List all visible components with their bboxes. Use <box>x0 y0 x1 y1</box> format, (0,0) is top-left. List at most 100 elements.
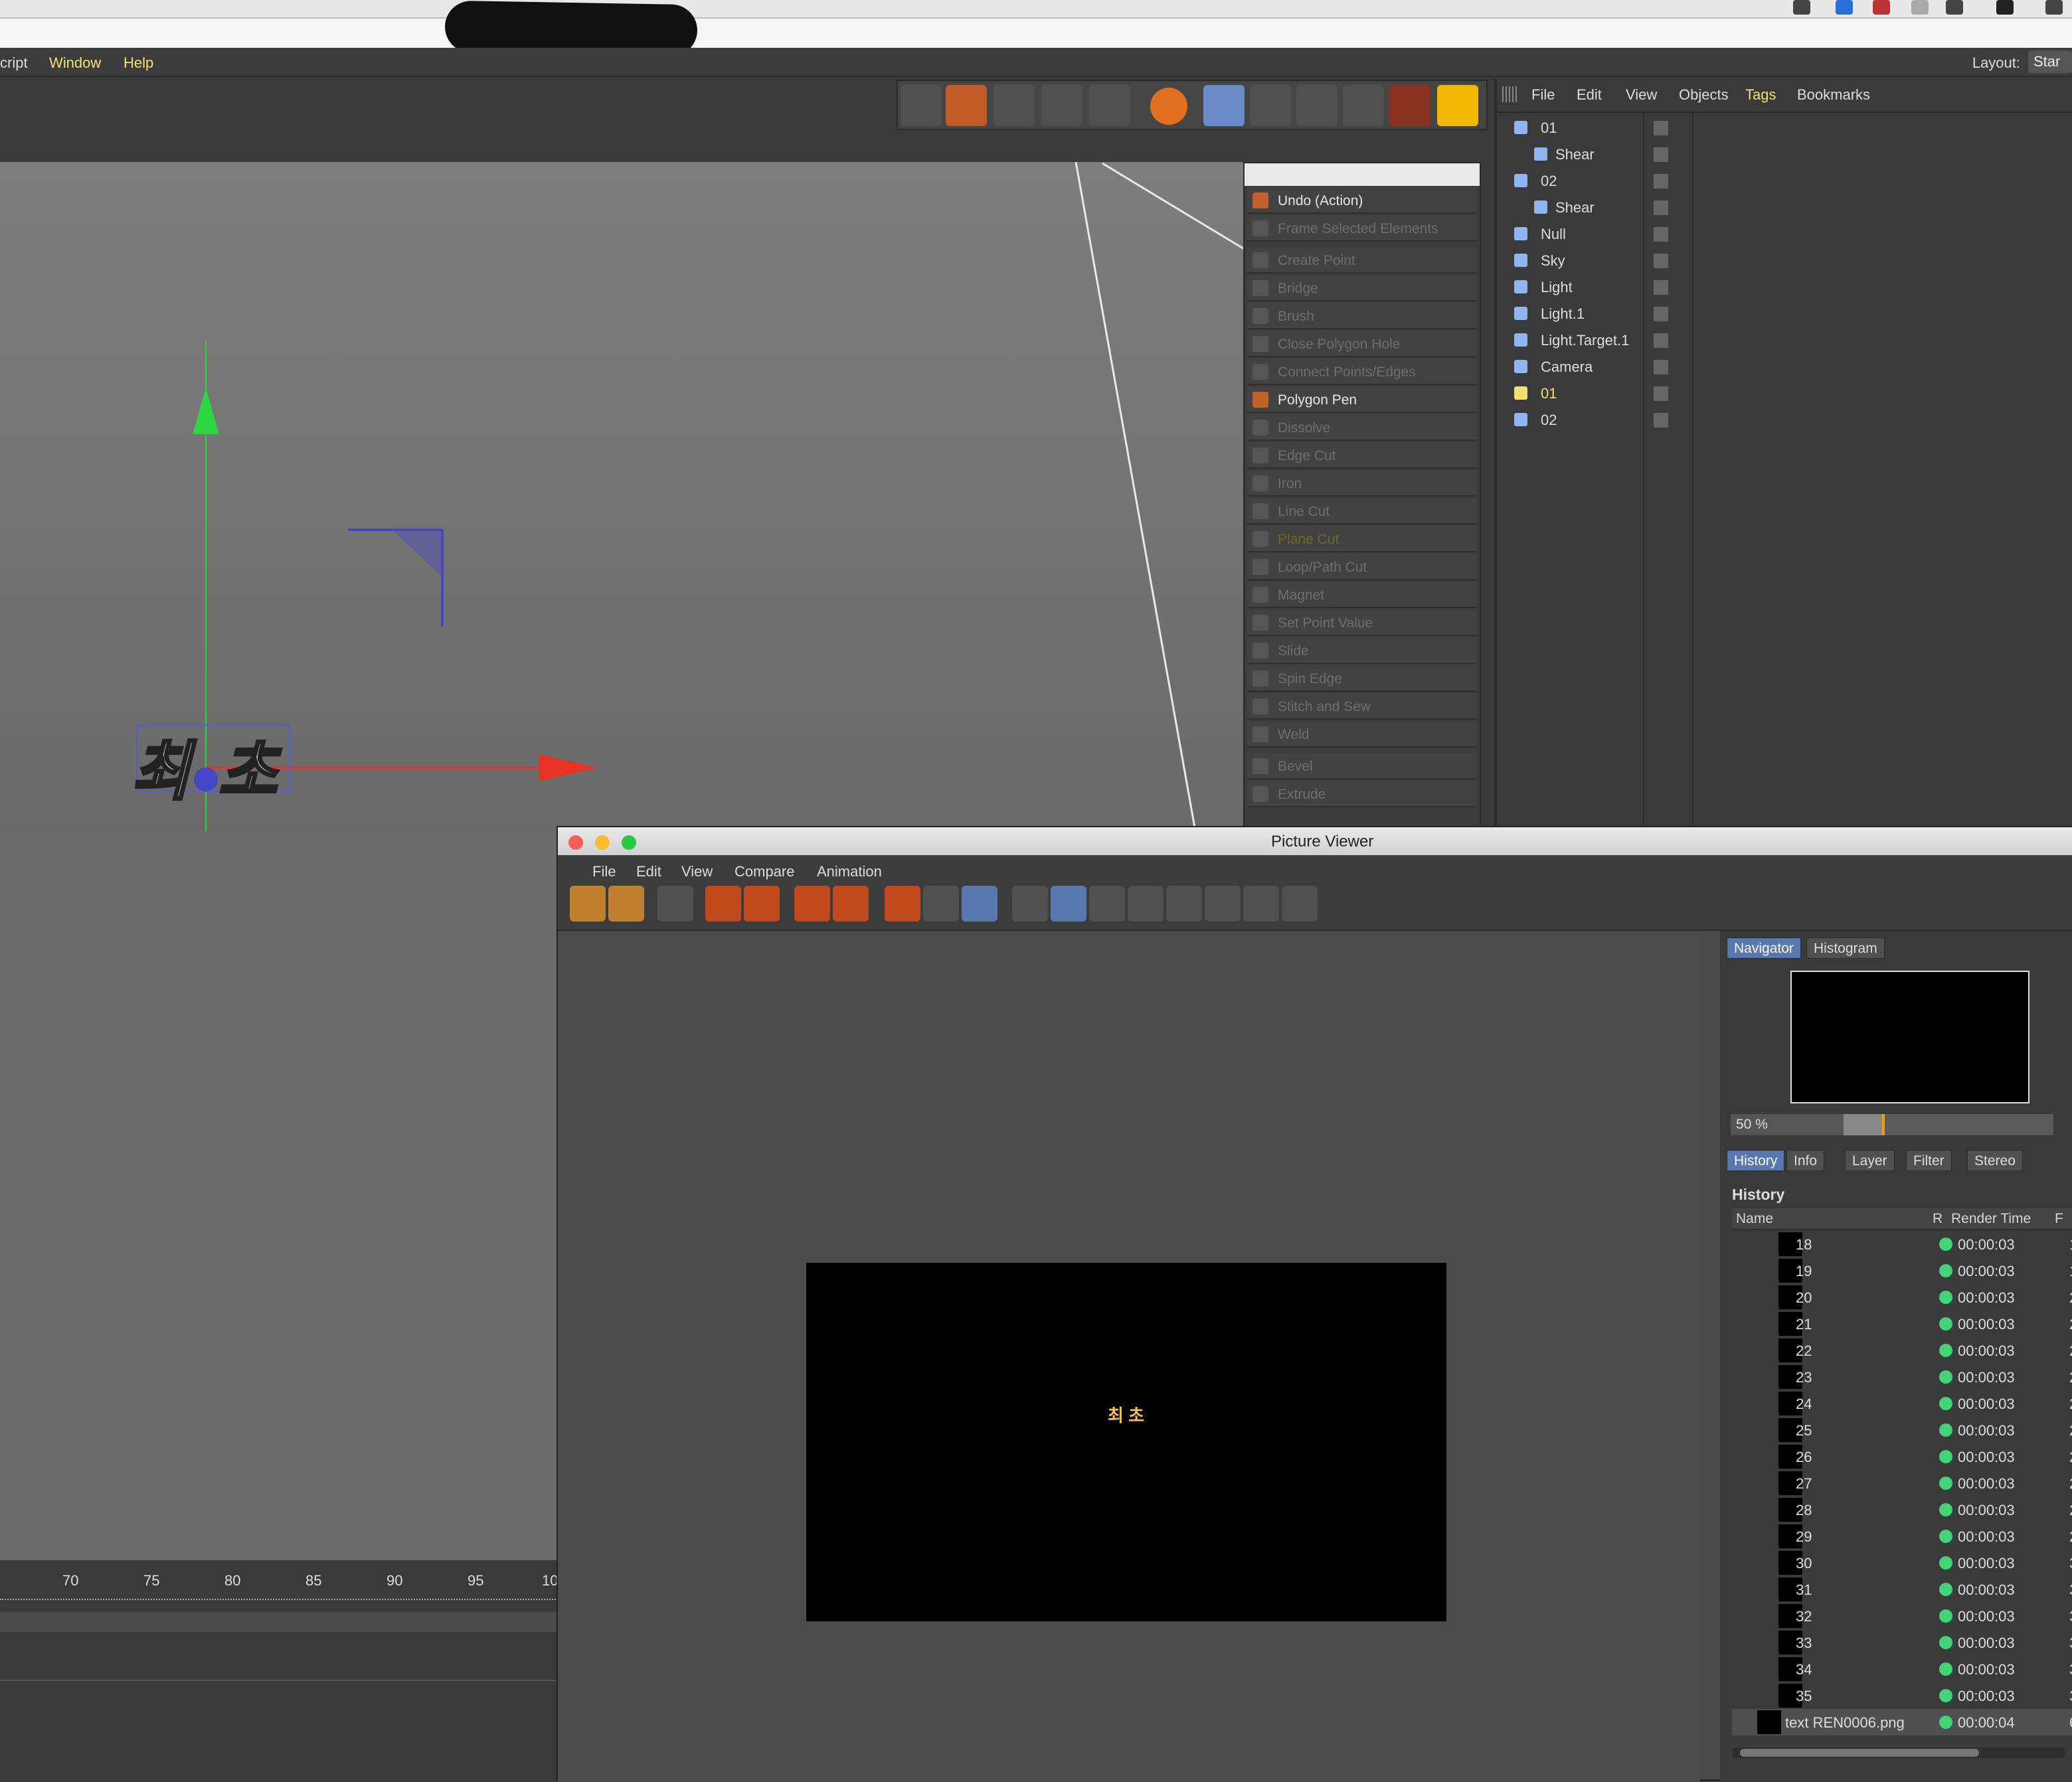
tab-histogram[interactable]: Histogram <box>1806 937 1885 959</box>
history-row[interactable]: 23 00:00:03 23 <box>1732 1364 2072 1390</box>
tab-filter[interactable]: Filter <box>1906 1150 1952 1171</box>
minimize-button[interactable] <box>595 835 610 850</box>
set-b-icon[interactable] <box>1166 886 1202 922</box>
history-row[interactable]: 26 00:00:03 26 <box>1732 1443 2072 1470</box>
view3-icon[interactable] <box>962 886 997 922</box>
save-icon[interactable] <box>608 886 644 922</box>
object-row[interactable]: 01 <box>1497 114 2072 141</box>
pv-menu-compare[interactable]: Compare <box>734 863 794 880</box>
history-row[interactable]: 20 00:00:03 20 <box>1732 1284 2072 1311</box>
history-row[interactable]: 34 00:00:03 34 <box>1732 1656 2072 1682</box>
history-row[interactable]: 32 00:00:03 32 <box>1732 1603 2072 1629</box>
object-row[interactable]: Light <box>1497 274 2072 300</box>
workplane-icon[interactable] <box>1343 85 1384 126</box>
history-row[interactable]: 21 00:00:03 21 <box>1732 1311 2072 1337</box>
history-row[interactable]: 22 00:00:03 22 <box>1732 1337 2072 1364</box>
grid-icon[interactable] <box>1296 85 1338 126</box>
palette-item[interactable]: Line Cut <box>1247 498 1477 525</box>
grid-icon[interactable] <box>657 886 693 922</box>
layer-icon[interactable] <box>1654 307 1668 321</box>
palette-item[interactable]: Polygon Pen <box>1247 386 1477 413</box>
history-row[interactable]: text REN0006.png 00:00:04 6 <box>1732 1709 2072 1736</box>
palette-item[interactable]: Dissolve <box>1247 414 1477 441</box>
zoom-slider-handle[interactable] <box>1882 1114 1885 1135</box>
sync-icon[interactable] <box>1836 0 1853 15</box>
object-row[interactable]: 02 <box>1497 167 2072 194</box>
palette-titlebar[interactable] <box>1245 163 1480 186</box>
history-row[interactable]: 28 00:00:03 28 <box>1732 1497 2072 1523</box>
layer-icon[interactable] <box>1654 227 1668 242</box>
layer-icon[interactable] <box>1654 201 1668 215</box>
axis-icon[interactable] <box>1250 85 1291 126</box>
col-r[interactable]: R <box>1933 1211 1942 1227</box>
menu-script[interactable]: cript <box>0 54 28 72</box>
col-f[interactable]: F <box>2055 1211 2063 1227</box>
history-row[interactable]: 24 00:00:03 24 <box>1732 1390 2072 1417</box>
palette-item[interactable]: Slide <box>1247 637 1477 664</box>
tab-navigator[interactable]: Navigator <box>1727 937 1801 959</box>
layer-icon[interactable] <box>794 886 830 922</box>
col-name[interactable]: Name <box>1736 1211 1773 1227</box>
snap-settings-icon[interactable] <box>1203 85 1245 126</box>
3d-viewport[interactable]: 최 초 <box>0 162 1249 831</box>
om-menu-tags[interactable]: Tags <box>1745 86 1776 104</box>
menu-window[interactable]: Window <box>49 54 101 72</box>
viewport-nav-icons[interactable] <box>1388 135 1494 158</box>
history-row[interactable]: 33 00:00:03 33 <box>1732 1629 2072 1656</box>
pv-menu-file[interactable]: File <box>592 863 616 880</box>
zoom-button[interactable] <box>622 835 636 850</box>
palette-item[interactable]: Connect Points/Edges <box>1247 359 1477 385</box>
object-row[interactable]: Camera <box>1497 353 2072 380</box>
scrollbar-thumb[interactable] <box>1740 1749 1979 1757</box>
live-selection-icon[interactable] <box>946 85 987 126</box>
coordinates-tool-icon[interactable] <box>901 85 942 126</box>
palette-item[interactable]: Create Point <box>1247 247 1477 274</box>
timeline[interactable]: 70 75 80 85 90 95 10 <box>0 1560 558 1781</box>
pv-menu-edit[interactable]: Edit <box>636 863 661 880</box>
palette-item[interactable]: Plane Cut <box>1247 526 1477 552</box>
om-menu-view[interactable]: View <box>1626 86 1657 104</box>
layer-icon[interactable] <box>1654 121 1668 135</box>
pen-icon[interactable] <box>993 85 1035 126</box>
wifi-icon[interactable] <box>1911 0 1929 15</box>
layer-icon[interactable] <box>1654 254 1668 268</box>
close-button[interactable] <box>568 835 583 850</box>
pv-canvas[interactable]: 최 초 <box>558 931 1700 1782</box>
tab-history[interactable]: History <box>1727 1150 1785 1171</box>
gear-icon[interactable] <box>1089 85 1130 126</box>
volume-icon[interactable] <box>1946 0 1963 15</box>
palette-item[interactable]: Loop/Path Cut <box>1247 554 1477 580</box>
render-icon[interactable] <box>744 886 780 922</box>
navigator-preview[interactable] <box>1790 971 2029 1103</box>
palette-item[interactable]: Brush <box>1247 303 1477 329</box>
diff2-icon[interactable] <box>1243 886 1279 922</box>
zoom-slider[interactable] <box>1844 1114 2053 1135</box>
zoom-field[interactable]: 50 % <box>1731 1114 1844 1135</box>
diff-icon[interactable] <box>1205 886 1241 922</box>
layer-icon[interactable] <box>1654 174 1668 189</box>
render-active-icon[interactable] <box>1389 85 1430 126</box>
object-row[interactable]: Shear <box>1497 141 2072 167</box>
battery-icon[interactable] <box>2045 0 2063 15</box>
palette-item[interactable]: Spin Edge <box>1247 665 1477 692</box>
tab-layer[interactable]: Layer <box>1845 1150 1895 1171</box>
tab-stereo[interactable]: Stereo <box>1967 1150 2023 1171</box>
view2-icon[interactable] <box>923 886 959 922</box>
layer-icon[interactable] <box>1654 147 1668 162</box>
object-row[interactable]: Light.1 <box>1497 300 2072 327</box>
object-row[interactable]: 02 <box>1497 406 2072 433</box>
grip-icon[interactable] <box>1502 86 1518 102</box>
history-scrollbar[interactable] <box>1732 1747 2065 1758</box>
object-row[interactable]: Null <box>1497 220 2072 247</box>
layer-icon[interactable] <box>1654 280 1668 295</box>
tab-info[interactable]: Info <box>1786 1150 1825 1171</box>
palette-item[interactable]: Weld <box>1247 721 1477 748</box>
history-row[interactable]: 27 00:00:03 27 <box>1732 1470 2072 1497</box>
om-menu-objects[interactable]: Objects <box>1679 86 1729 104</box>
ab-split-icon[interactable] <box>1051 886 1086 922</box>
cube-icon[interactable] <box>1041 85 1082 126</box>
pv-titlebar[interactable]: Picture Viewer <box>558 827 2072 855</box>
ab-compare-icon[interactable] <box>1012 886 1048 922</box>
diff3-icon[interactable] <box>1282 886 1318 922</box>
history-row[interactable]: 25 00:00:03 25 <box>1732 1417 2072 1443</box>
